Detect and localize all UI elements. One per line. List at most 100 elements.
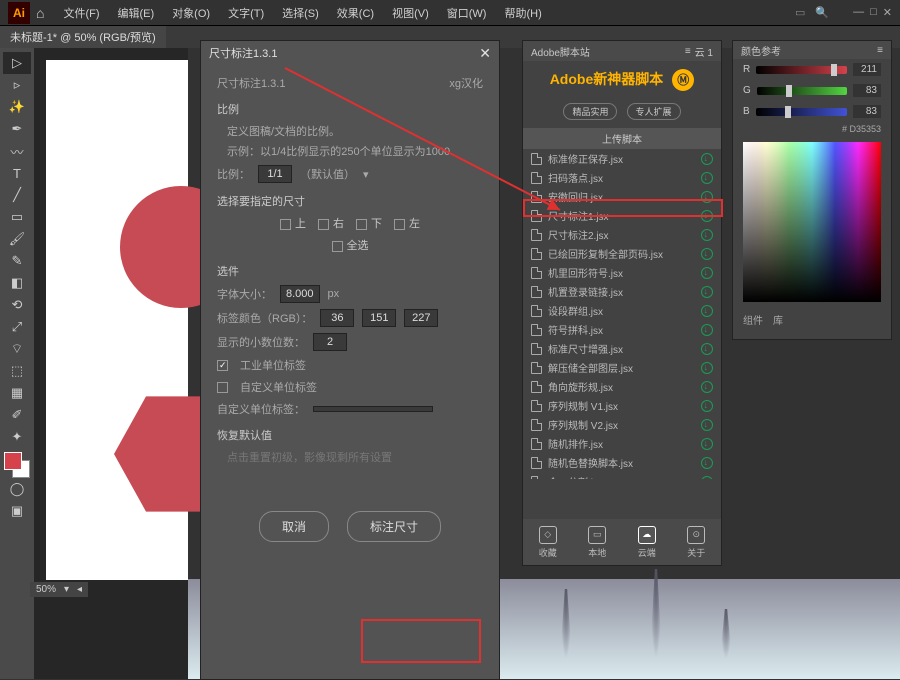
r-slider[interactable] <box>756 66 847 74</box>
script-item[interactable]: 尺寸标注1.jsx <box>523 206 721 225</box>
home-icon[interactable]: ⌂ <box>36 5 44 21</box>
pen-tool[interactable]: ✒ <box>3 118 31 140</box>
panel-bottom-item[interactable]: ☁云端 <box>638 526 656 559</box>
script-item[interactable]: 解压储全部图层.jsx <box>523 358 721 377</box>
pill-featured[interactable]: 精品实用 <box>563 103 617 120</box>
menu-item[interactable]: 窗口(W) <box>440 2 494 24</box>
menu-item[interactable]: 文字(T) <box>221 2 271 24</box>
menu-item[interactable]: 文件(F) <box>56 2 106 24</box>
color-g-input[interactable]: 151 <box>362 309 396 327</box>
menu-item[interactable]: 帮助(H) <box>497 2 548 24</box>
download-icon[interactable] <box>701 400 713 412</box>
menu-item[interactable]: 编辑(E) <box>111 2 162 24</box>
eyedropper-tool[interactable]: ✐ <box>3 404 31 426</box>
ok-button[interactable]: 标注尺寸 <box>347 511 441 542</box>
screen-mode[interactable]: ▣ <box>3 500 31 522</box>
curvature-tool[interactable]: 〰 <box>3 140 31 162</box>
download-icon[interactable] <box>701 419 713 431</box>
pill-extensions[interactable]: 专人扩展 <box>627 103 681 120</box>
r-value[interactable]: 211 <box>853 63 881 76</box>
panel-bottom-item[interactable]: ▭本地 <box>588 526 606 559</box>
download-icon[interactable] <box>701 438 713 450</box>
side-down-checkbox[interactable] <box>356 219 367 230</box>
g-value[interactable]: 83 <box>853 84 881 97</box>
download-icon[interactable] <box>701 153 713 165</box>
menu-item[interactable]: 对象(O) <box>165 2 217 24</box>
script-item[interactable]: 扫码落点.jsx <box>523 168 721 187</box>
script-item[interactable]: 设段群组.jsx <box>523 301 721 320</box>
font-size-input[interactable]: 8.000 <box>280 285 320 303</box>
unit-tag-checkbox[interactable] <box>217 360 228 371</box>
color-b-input[interactable]: 227 <box>404 309 438 327</box>
download-icon[interactable] <box>701 191 713 203</box>
search-icon[interactable]: 🔍 <box>815 6 829 19</box>
script-item[interactable]: 符号拼科.jsx <box>523 320 721 339</box>
dialog-close-button[interactable]: ✕ <box>479 45 491 62</box>
g-slider[interactable] <box>757 87 847 95</box>
close-button[interactable]: ✕ <box>883 6 892 19</box>
color-r-input[interactable]: 36 <box>320 309 354 327</box>
document-tab[interactable]: 未标题-1* @ 50% (RGB/预览) <box>0 26 166 48</box>
script-item[interactable]: 机置登录链接.jsx <box>523 282 721 301</box>
download-icon[interactable] <box>701 324 713 336</box>
type-tool[interactable]: T <box>3 162 31 184</box>
b-value[interactable]: 83 <box>853 105 881 118</box>
download-icon[interactable] <box>701 172 713 184</box>
side-up-checkbox[interactable] <box>280 219 291 230</box>
scripts-panel-tab[interactable]: Adobe脚本站 <box>531 44 590 59</box>
color-swatches[interactable] <box>4 452 30 478</box>
script-item[interactable]: 机里回形符号.jsx <box>523 263 721 282</box>
direct-selection-tool[interactable]: ▹ <box>3 74 31 96</box>
library-tab[interactable]: 库 <box>773 312 783 327</box>
custom-unit-checkbox[interactable] <box>217 382 228 393</box>
download-icon[interactable] <box>701 381 713 393</box>
panel-bottom-item[interactable]: ◇收藏 <box>539 526 557 559</box>
script-item[interactable]: 角向旋形规.jsx <box>523 377 721 396</box>
maximize-button[interactable]: □ <box>870 6 877 19</box>
script-item[interactable]: 已绘回形复制全部页码.jsx <box>523 244 721 263</box>
panel-bottom-item[interactable]: ⊙关于 <box>687 526 705 559</box>
symbol-tool[interactable]: ✦ <box>3 426 31 448</box>
shaper-tool[interactable]: ✎ <box>3 250 31 272</box>
free-transform-tool[interactable]: ⬚ <box>3 360 31 382</box>
rotate-tool[interactable]: ⟲ <box>3 294 31 316</box>
script-item[interactable]: 合一分割.jsx <box>523 472 721 479</box>
ratio-input[interactable]: 1/1 <box>258 165 292 183</box>
zoom-indicator[interactable]: 50%▾◂ <box>30 582 88 597</box>
script-item[interactable]: 序列规制 V2.jsx <box>523 415 721 434</box>
script-item[interactable]: 随机排作.jsx <box>523 434 721 453</box>
script-item[interactable]: 随机色替换脚本.jsx <box>523 453 721 472</box>
swatch-tab[interactable]: 组件 <box>743 312 763 327</box>
ratio-default[interactable]: （默认值） <box>300 166 355 182</box>
eraser-tool[interactable]: ◧ <box>3 272 31 294</box>
select-all-checkbox[interactable] <box>332 241 343 252</box>
minimize-button[interactable]: — <box>853 6 864 19</box>
download-icon[interactable] <box>701 305 713 317</box>
side-right-checkbox[interactable] <box>318 219 329 230</box>
line-tool[interactable]: ╱ <box>3 184 31 206</box>
decimals-input[interactable]: 2 <box>313 333 347 351</box>
b-slider[interactable] <box>756 108 847 116</box>
download-icon[interactable] <box>701 229 713 241</box>
download-icon[interactable] <box>701 210 713 222</box>
download-icon[interactable] <box>701 286 713 298</box>
script-item[interactable]: 标准修正保存.jsx <box>523 149 721 168</box>
selection-tool[interactable]: ▷ <box>3 52 31 74</box>
script-item[interactable]: 序列规制 V1.jsx <box>523 396 721 415</box>
scale-tool[interactable]: ⤢ <box>3 316 31 338</box>
menu-item[interactable]: 选择(S) <box>275 2 326 24</box>
download-icon[interactable] <box>701 267 713 279</box>
gradient-tool[interactable]: ▦ <box>3 382 31 404</box>
magic-wand-tool[interactable]: ✨ <box>3 96 31 118</box>
brush-tool[interactable]: 🖌 <box>3 228 31 250</box>
menu-item[interactable]: 视图(V) <box>385 2 436 24</box>
layout-icon[interactable]: ▭ <box>795 6 805 19</box>
download-icon[interactable] <box>701 343 713 355</box>
script-item[interactable]: 标准尺寸增强.jsx <box>523 339 721 358</box>
download-icon[interactable] <box>701 476 713 480</box>
draw-mode[interactable]: ◯ <box>3 478 31 500</box>
download-icon[interactable] <box>701 362 713 374</box>
menu-item[interactable]: 效果(C) <box>330 2 381 24</box>
side-left-checkbox[interactable] <box>394 219 405 230</box>
script-item[interactable]: 安徽回归.jsx <box>523 187 721 206</box>
